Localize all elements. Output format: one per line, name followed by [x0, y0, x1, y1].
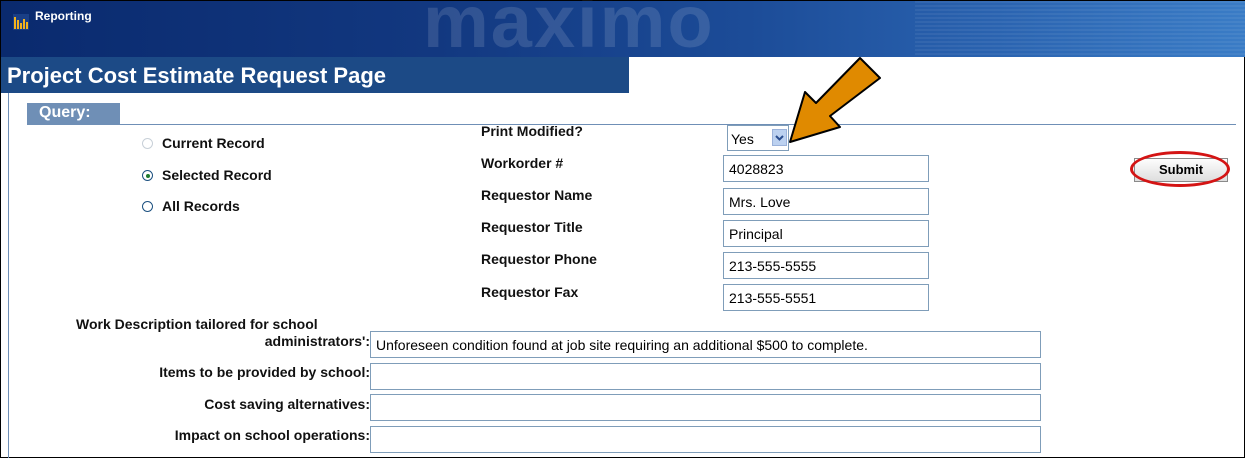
print-modified-label: Print Modified? [481, 123, 583, 139]
requestor-fax-input[interactable]: 213-555-5551 [723, 284, 929, 311]
items-provided-label: Items to be provided by school: [159, 364, 370, 380]
requestor-phone-input[interactable]: 213-555-5555 [723, 252, 929, 279]
cost-saving-label: Cost saving alternatives: [204, 396, 370, 412]
annotation-arrow-icon [789, 57, 881, 143]
items-provided-input[interactable] [370, 363, 1041, 390]
print-modified-select[interactable]: Yes [727, 125, 789, 151]
cost-saving-input[interactable] [370, 394, 1041, 421]
app-name: Reporting [35, 9, 92, 23]
radio-label: All Records [162, 198, 240, 214]
work-description-label-cont: administrators': [264, 333, 370, 349]
chevron-down-icon[interactable] [772, 129, 787, 146]
select-value: Yes [731, 131, 754, 147]
title-bar: Project Cost Estimate Request Page [1, 57, 629, 93]
radio-label: Current Record [162, 135, 265, 151]
query-divider [120, 124, 1236, 125]
query-section-tab: Query: [27, 103, 120, 125]
impact-label: Impact on school operations: [174, 427, 370, 443]
workorder-label: Workorder # [481, 155, 564, 171]
header-decoration [915, 1, 1245, 57]
radio-button[interactable] [142, 138, 153, 149]
query-label: Query: [39, 104, 91, 121]
requestor-fax-label: Requestor Fax [481, 284, 579, 300]
requestor-phone-label: Requestor Phone [481, 251, 597, 267]
section-border [8, 93, 9, 458]
requestor-title-input[interactable]: Principal [723, 220, 929, 247]
radio-button[interactable] [142, 170, 153, 181]
radio-button[interactable] [142, 201, 153, 212]
requestor-name-label: Requestor Name [481, 187, 593, 203]
app-header: Reporting maximo [1, 0, 1245, 63]
impact-input[interactable] [370, 426, 1041, 453]
brand-watermark: maximo [423, 0, 715, 63]
work-description-input[interactable]: Unforeseen condition found at job site r… [370, 331, 1041, 358]
page-title: Project Cost Estimate Request Page [7, 63, 387, 88]
work-description-label: Work Description tailored for school [76, 316, 318, 332]
reporting-icon [13, 14, 29, 30]
highlight-ring [1130, 151, 1230, 187]
requestor-title-label: Requestor Title [481, 219, 583, 235]
requestor-name-input[interactable]: Mrs. Love [723, 188, 929, 215]
radio-label: Selected Record [162, 167, 272, 183]
workorder-input[interactable]: 4028823 [723, 155, 929, 182]
